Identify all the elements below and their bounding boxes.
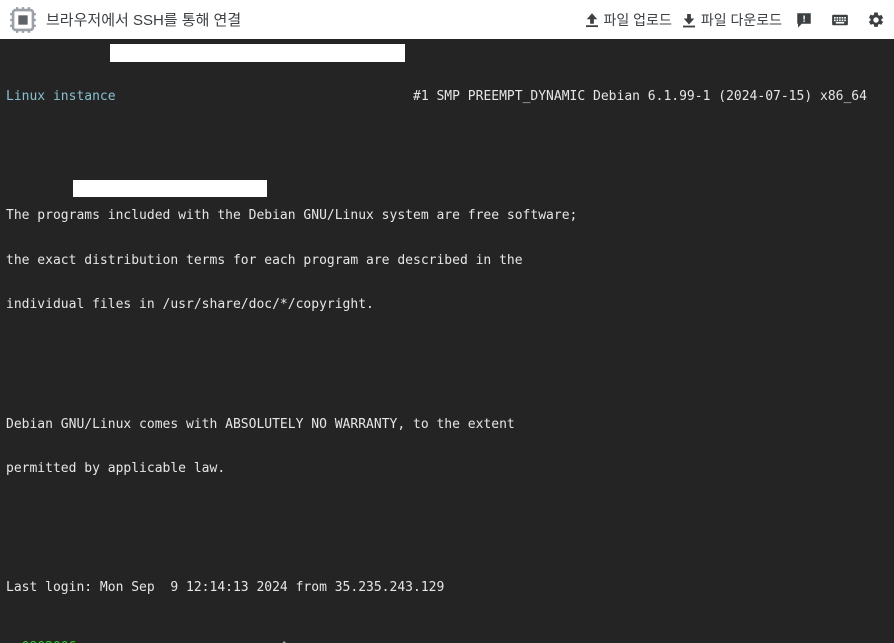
keyboard-button[interactable] [822,0,858,39]
motd-prefix: Linux instance [6,88,116,104]
app-header: 브라우저에서 SSH를 통해 연결 파일 업로드 파일 다운로드 [0,0,894,39]
feedback-button[interactable] [786,0,822,39]
terminal-line-programs-1: The programs included with the Debian GN… [6,207,578,223]
file-upload-label: 파일 업로드 [603,11,672,28]
file-download-button[interactable]: 파일 다운로드 [676,0,786,39]
keyboard-icon [832,14,848,25]
file-upload-button[interactable]: 파일 업로드 [579,0,676,39]
terminal-blank-1 [6,149,894,164]
terminal-line-last-login: Last login: Mon Sep 9 12:14:13 2024 from… [6,580,445,596]
prompt-redaction [73,180,267,197]
window-title: 브라우저에서 SSH를 통해 연결 [46,12,242,29]
terminal-line-warranty-2: permitted by applicable law. [6,461,226,477]
kernel-info: #1 SMP PREEMPT_DYNAMIC Debian 6.1.99-1 (… [413,88,867,104]
gear-icon [869,11,884,27]
terminal-line-motd: Linux instance #1 SMP PREEMPT_DYNAMIC De… [6,88,894,105]
ssh-terminal[interactable]: Linux instance #1 SMP PREEMPT_DYNAMIC De… [0,39,894,643]
terminal-output: Linux instance #1 SMP PREEMPT_DYNAMIC De… [0,39,894,643]
terminal-line-warranty-1: Debian GNU/Linux comes with ABSOLUTELY N… [6,416,515,432]
feedback-alert-icon [797,12,811,27]
download-icon [682,13,695,27]
terminal-line-programs-2: the exact distribution terms for each pr… [6,252,523,268]
cpu-chip-icon [10,6,36,33]
settings-button[interactable] [858,0,894,39]
upload-icon [585,12,598,27]
hostname-redaction [110,44,405,62]
terminal-blank-3 [6,522,894,537]
terminal-blank-2 [6,358,894,373]
file-download-label: 파일 다운로드 [700,11,782,28]
terminal-line-programs-3: individual files in /usr/share/doc/*/cop… [6,297,374,313]
